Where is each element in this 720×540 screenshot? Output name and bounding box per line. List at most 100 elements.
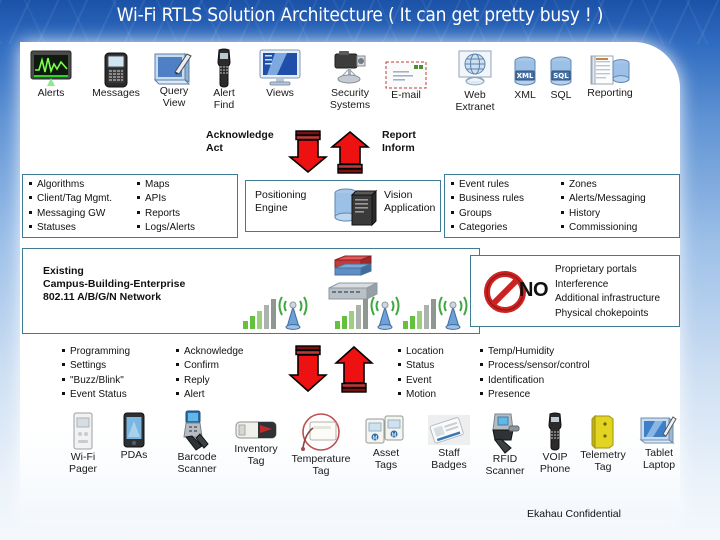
tablet-laptop-icon [639,416,677,444]
vision-application-label: Vision Application [384,189,436,214]
upper-down-arrow [288,130,328,174]
top-icon-web-extranet[interactable]: Web Extranet [446,50,504,113]
confidential-footer: Ekahau Confidential [527,508,621,520]
device-icon-label: Tablet Laptop [642,447,676,471]
list-item: Zones [555,178,646,192]
reporting-database-icon [590,55,630,85]
list-item: Reports [131,207,195,221]
bullet-list: Location Status Event Motion [392,345,482,403]
no-word: NO [519,279,549,301]
rfid-scanner-icon [492,413,520,454]
bullet-list: Programming Settings "Buzz/Blink" Event … [56,345,176,403]
list-item: Additional infrastructure [555,293,661,304]
top-icon-views[interactable]: Views [252,48,308,100]
list-item: History [555,207,646,221]
platform-right-col2: Zones Alerts/Messaging History Commissio… [555,178,675,236]
security-camera-icon [334,51,366,84]
positioning-engine-label: Positioning Engine [255,189,307,214]
top-icon-label: Query View [159,85,189,109]
platform-right-col1: Event rules Business rules Groups Catego… [445,178,555,236]
existing-network-label: Existing Campus-Building-Enterprise 802.… [43,265,186,303]
bullet-list: Zones Alerts/Messaging History Commissio… [555,178,646,236]
list-item: Reply [170,374,280,388]
svg-text:M: M [391,432,396,439]
xml-database-icon: XML [514,56,536,86]
down-arrow-icon [288,130,328,174]
list-item: Logs/Alerts [131,221,195,235]
device-icon-voip-phone[interactable]: VOIP Phone [532,412,578,475]
inventory-tag-icon [235,421,277,439]
signal-bars-icon [243,296,308,330]
device-icon-asset-tags[interactable]: M M Asset Tags [360,414,412,471]
lower-up-arrow [334,345,374,393]
access-point-icon [278,296,308,330]
access-point-icon [370,296,400,330]
list-item: Interference [555,278,609,290]
list-item: Presence [474,388,634,402]
device-icon-label: Inventory Tag [234,443,278,467]
list-item: Messaging GW [23,207,112,221]
top-icon-email[interactable]: E-mail [380,60,432,102]
device-icon-temperature-tag[interactable]: Temperature Tag [286,412,356,477]
asset-tags-icon: M M [365,415,404,444]
barcode-scanner-icon [183,410,209,451]
top-icon-sql[interactable]: SQL SQL [540,56,582,102]
platform-engine-box: Positioning Engine Vision Application [245,180,441,232]
top-icon-label: Security Systems [329,87,371,111]
platform-left-col2: Maps APIs Reports Logs/Alerts [131,178,231,236]
top-icon-security-systems[interactable]: Security Systems [320,50,380,111]
top-icon-label: Alerts [37,87,65,99]
list-item: Programming [56,345,176,359]
top-icon-reporting[interactable]: Reporting [578,54,642,100]
lower-down-arrow [288,345,328,393]
list-item: Identification [474,374,634,388]
list-item: Location [392,345,482,359]
envelope-icon [385,61,427,89]
list-item: Event rules [445,178,524,192]
server-tower-icon [334,188,378,227]
acknowledge-act-label: Acknowledge Act [206,129,274,154]
staff-badge-icon [428,415,470,445]
list-item: Commissioning [555,221,646,235]
list-item: Settings [56,359,176,373]
list-item: Client/Tag Mgmt. [23,192,112,206]
list-item: Categories [445,221,524,235]
top-icon-messages[interactable]: Messages [88,52,144,100]
platform-left-box: Algorithms Client/Tag Mgmt. Messaging GW… [22,174,238,238]
svg-text:SQL: SQL [553,72,569,80]
device-icon-pdas[interactable]: PDAs [110,412,158,462]
device-icon-label: VOIP Phone [539,451,571,475]
no-constraints-list: Proprietary portals Interference Additio… [555,263,660,321]
svg-text:XML: XML [517,72,534,80]
list-item: Temp/Humidity [474,345,634,359]
tag-col1: Programming Settings "Buzz/Blink" Event … [56,345,176,403]
svg-text:M: M [372,435,377,442]
tag-col2: Acknowledge Confirm Reply Alert [170,345,280,403]
top-icon-label: SQL [550,89,572,101]
bullet-list: Algorithms Client/Tag Mgmt. Messaging GW… [23,178,112,236]
list-item: Status [392,359,482,373]
list-item: Motion [392,388,482,402]
device-icon-wifi-pager[interactable]: Wi-Fi Pager [58,412,108,475]
bullet-list: Acknowledge Confirm Reply Alert [170,345,280,403]
device-icon-tablet-laptop[interactable]: Tablet Laptop [632,414,686,471]
list-item: Groups [445,207,524,221]
upper-up-arrow [330,130,370,174]
device-icon-telemetry-tag[interactable]: Telemetry Tag [574,414,632,473]
device-icon-label: RFID Scanner [485,453,525,477]
device-icon-barcode-scanner[interactable]: Barcode Scanner [168,410,226,475]
alerts-monitor-icon [30,50,72,86]
access-point-icon [438,296,468,330]
device-icon-label: Telemetry Tag [580,449,626,473]
device-icon-rfid-scanner[interactable]: RFID Scanner [478,412,532,477]
top-icon-alert-find[interactable]: Alert Find [204,48,244,111]
device-icon-staff-badges[interactable]: Staff Badges [422,414,476,471]
list-item: Event Status [56,388,176,402]
web-globe-icon [458,50,492,86]
top-icon-query-view[interactable]: Query View [150,50,198,109]
bullet-list: Maps APIs Reports Logs/Alerts [131,178,195,236]
list-item: Proprietary portals [555,264,637,275]
list-item: Acknowledge [170,345,280,359]
top-icon-alerts[interactable]: Alerts [24,50,78,100]
device-icon-inventory-tag[interactable]: Inventory Tag [228,418,284,467]
